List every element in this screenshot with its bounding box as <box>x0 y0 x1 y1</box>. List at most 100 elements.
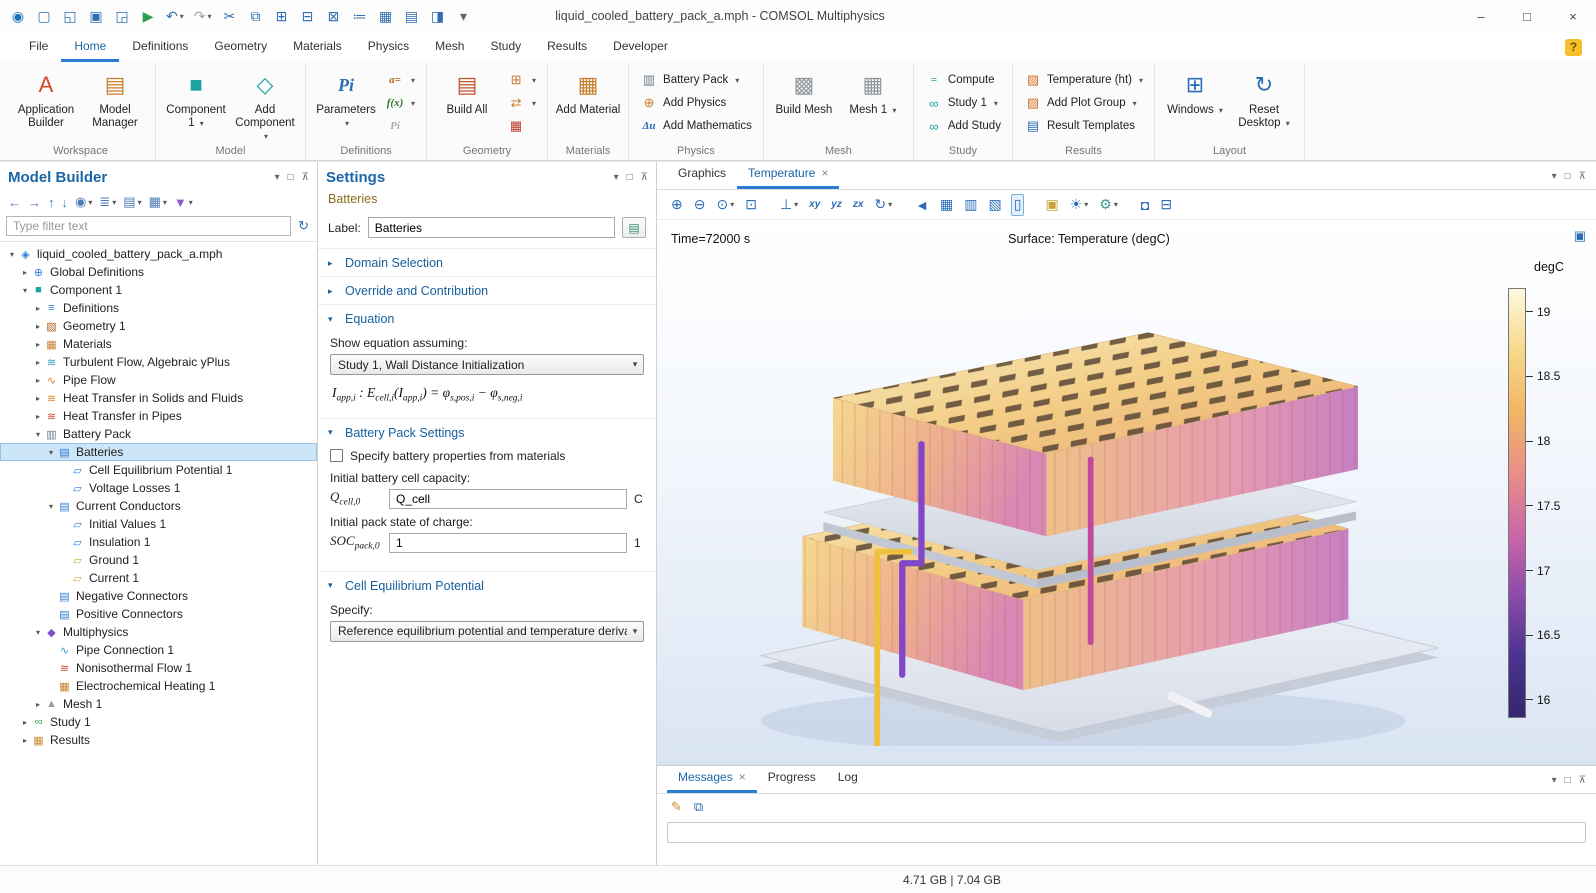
expand-node-icon[interactable]: ▸ <box>32 340 44 349</box>
pin-panel-icon[interactable]: ⊼ <box>302 172 309 183</box>
qcell-input[interactable] <box>389 489 627 509</box>
tree-node-negative-connectors[interactable]: ▤Negative Connectors <box>0 587 317 605</box>
menu-tab-results[interactable]: Results <box>534 32 600 62</box>
specify-materials-checkbox[interactable] <box>330 449 343 462</box>
view-orientation-icon[interactable]: ⊥▾ <box>778 194 800 216</box>
ribbon-temperature-ht-button[interactable]: ▨Temperature (ht)▾ <box>1020 70 1147 90</box>
collapse-node-icon[interactable]: ▾ <box>45 448 57 457</box>
tree-node-study-1[interactable]: ▸∞Study 1 <box>0 713 317 731</box>
view-zx-icon[interactable]: zx <box>851 194 866 216</box>
tree-node-current-conductors[interactable]: ▾▤Current Conductors <box>0 497 317 515</box>
tree-node-global-definitions[interactable]: ▸⊕Global Definitions <box>0 263 317 281</box>
menu-tab-physics[interactable]: Physics <box>355 32 422 62</box>
collapse-panel-icon[interactable]: ▾ <box>275 172 280 183</box>
toolbar-overflow-icon[interactable]: ▾ <box>454 5 474 27</box>
collapse-node-icon[interactable]: ▾ <box>6 250 18 259</box>
filter-icon[interactable]: ▼▾ <box>172 192 195 212</box>
tree-node-electrochemical-heating-1[interactable]: ▦Electrochemical Heating 1 <box>0 677 317 695</box>
redo-icon[interactable]: ↷▾ <box>192 5 214 27</box>
zoom-in-icon[interactable]: ⊕ <box>669 194 685 216</box>
menu-tab-geometry[interactable]: Geometry <box>201 32 280 62</box>
collapse-node-icon[interactable]: ▾ <box>45 502 57 511</box>
measure-icon-button[interactable]: ▦ <box>503 116 540 136</box>
view-yz-icon[interactable]: yz <box>829 194 844 216</box>
ribbon-compute-button[interactable]: =Compute <box>921 70 1005 90</box>
close-button[interactable]: × <box>1550 0 1596 32</box>
tree-node-liquid-cooled-battery-pack-a-mph[interactable]: ▾◈liquid_cooled_battery_pack_a.mph <box>0 245 317 263</box>
expand-node-icon[interactable]: ▸ <box>32 412 44 421</box>
ribbon-reset-desktop-button[interactable]: ↻Reset Desktop ▾ <box>1231 65 1297 139</box>
delete-icon[interactable]: ⊠ <box>324 5 344 27</box>
forward-icon[interactable]: → <box>26 192 43 212</box>
image-to-table-icon[interactable]: ▥ <box>962 194 979 216</box>
section-domain-selection[interactable]: ▸ Domain Selection <box>318 248 656 276</box>
menu-tab-definitions[interactable]: Definitions <box>119 32 201 62</box>
expand-node-icon[interactable]: ▸ <box>32 394 44 403</box>
new-file-icon[interactable]: ▢ <box>34 5 54 27</box>
float-panel-icon[interactable]: □ <box>1565 171 1571 182</box>
open-file-icon[interactable]: ◱ <box>60 5 80 27</box>
save-icon[interactable]: ▣ <box>86 5 106 27</box>
collapse-panel-icon[interactable]: ▾ <box>1552 775 1557 786</box>
select-mode-icon[interactable]: ▯ <box>1011 194 1025 216</box>
tab-progress[interactable]: Progress <box>757 765 827 793</box>
section-equation[interactable]: ▾ Equation <box>318 304 656 332</box>
undo-icon[interactable]: ↶▾ <box>164 5 186 27</box>
evaluate-table-icon[interactable]: ▦ <box>376 5 396 27</box>
plot-window-icon[interactable]: ▧ <box>987 194 1004 216</box>
variables-icon-button[interactable]: a=▾ <box>382 70 419 90</box>
zoom-box-icon[interactable]: ⊡ <box>743 194 759 216</box>
parameter-case-icon-button[interactable]: Pi <box>382 116 419 136</box>
minimize-button[interactable]: – <box>1458 0 1504 32</box>
ribbon-windows-button[interactable]: ⊞Windows ▾ <box>1162 65 1228 139</box>
expand-node-icon[interactable]: ▸ <box>19 736 31 745</box>
ribbon-component-1-button[interactable]: ■Component 1 ▾ <box>163 65 229 139</box>
scene-light-icon[interactable]: ☀▾ <box>1068 194 1091 216</box>
snapshot-icon[interactable]: ◨ <box>428 5 448 27</box>
tree-node-initial-values-1[interactable]: ▱Initial Values 1 <box>0 515 317 533</box>
speaker-icon[interactable]: ◄ <box>913 194 931 216</box>
menu-tab-materials[interactable]: Materials <box>280 32 355 62</box>
collapse-node-icon[interactable]: ▾ <box>32 430 44 439</box>
ribbon-add-material-button[interactable]: ▦Add Material <box>555 65 621 139</box>
copy-icon[interactable]: ⧉ <box>246 5 266 27</box>
ribbon-parameters-button[interactable]: PiParameters ▾ <box>313 65 379 139</box>
collapse-panel-icon[interactable]: ▾ <box>1552 171 1557 182</box>
menu-tab-developer[interactable]: Developer <box>600 32 681 62</box>
tree-node-nonisothermal-flow-1[interactable]: ≋Nonisothermal Flow 1 <box>0 659 317 677</box>
ribbon-add-study-button[interactable]: ∞Add Study <box>921 116 1005 136</box>
comsol-logo-icon[interactable]: ◉ <box>8 5 28 27</box>
tree-node-geometry-1[interactable]: ▸▧Geometry 1 <box>0 317 317 335</box>
view-xy-icon[interactable]: xy <box>807 194 822 216</box>
tree-node-insulation-1[interactable]: ▱Insulation 1 <box>0 533 317 551</box>
ribbon-result-templates-button[interactable]: ▤Result Templates <box>1020 116 1147 136</box>
rotate-view-icon[interactable]: ↻▾ <box>872 194 894 216</box>
tab-log[interactable]: Log <box>827 765 869 793</box>
tree-node-definitions[interactable]: ▸≡Definitions <box>0 299 317 317</box>
temperature-surface-plot[interactable] <box>673 246 1493 746</box>
tree-filter-input[interactable] <box>6 216 291 236</box>
node-label-input[interactable] <box>368 217 615 238</box>
maximize-button[interactable]: □ <box>1504 0 1550 32</box>
tab-temperature[interactable]: Temperature× <box>737 161 839 189</box>
expand-node-icon[interactable]: ▸ <box>19 718 31 727</box>
ribbon-application-builder-button[interactable]: AApplication Builder <box>13 65 79 139</box>
float-panel-icon[interactable]: □ <box>288 172 294 183</box>
ribbon-add-physics-button[interactable]: ⊕Add Physics <box>636 93 756 113</box>
tree-node-batteries[interactable]: ▾▤Batteries <box>0 443 317 461</box>
menu-tab-mesh[interactable]: Mesh <box>422 32 477 62</box>
menu-tab-study[interactable]: Study <box>477 32 534 62</box>
environment-icon[interactable]: ⚙▾ <box>1097 194 1120 216</box>
pin-panel-icon[interactable]: ⊼ <box>1579 171 1586 182</box>
collapse-node-icon[interactable]: ▾ <box>32 628 44 637</box>
equation-study-select[interactable]: Study 1, Wall Distance Initialization ▾ <box>330 354 644 375</box>
tree-node-component-1[interactable]: ▾■Component 1 <box>0 281 317 299</box>
copy-messages-icon[interactable]: ⧉ <box>692 797 705 817</box>
menu-tab-file[interactable]: File <box>16 32 61 62</box>
show-icon[interactable]: ◉▾ <box>73 192 94 212</box>
graphics-canvas[interactable]: Time=72000 s Surface: Temperature (degC)… <box>657 220 1596 765</box>
expand-node-icon[interactable]: ▸ <box>32 376 44 385</box>
tab-graphics[interactable]: Graphics <box>667 161 737 189</box>
ribbon-model-manager-button[interactable]: ▤Model Manager <box>82 65 148 139</box>
preview-icon[interactable]: ◲ <box>112 5 132 27</box>
